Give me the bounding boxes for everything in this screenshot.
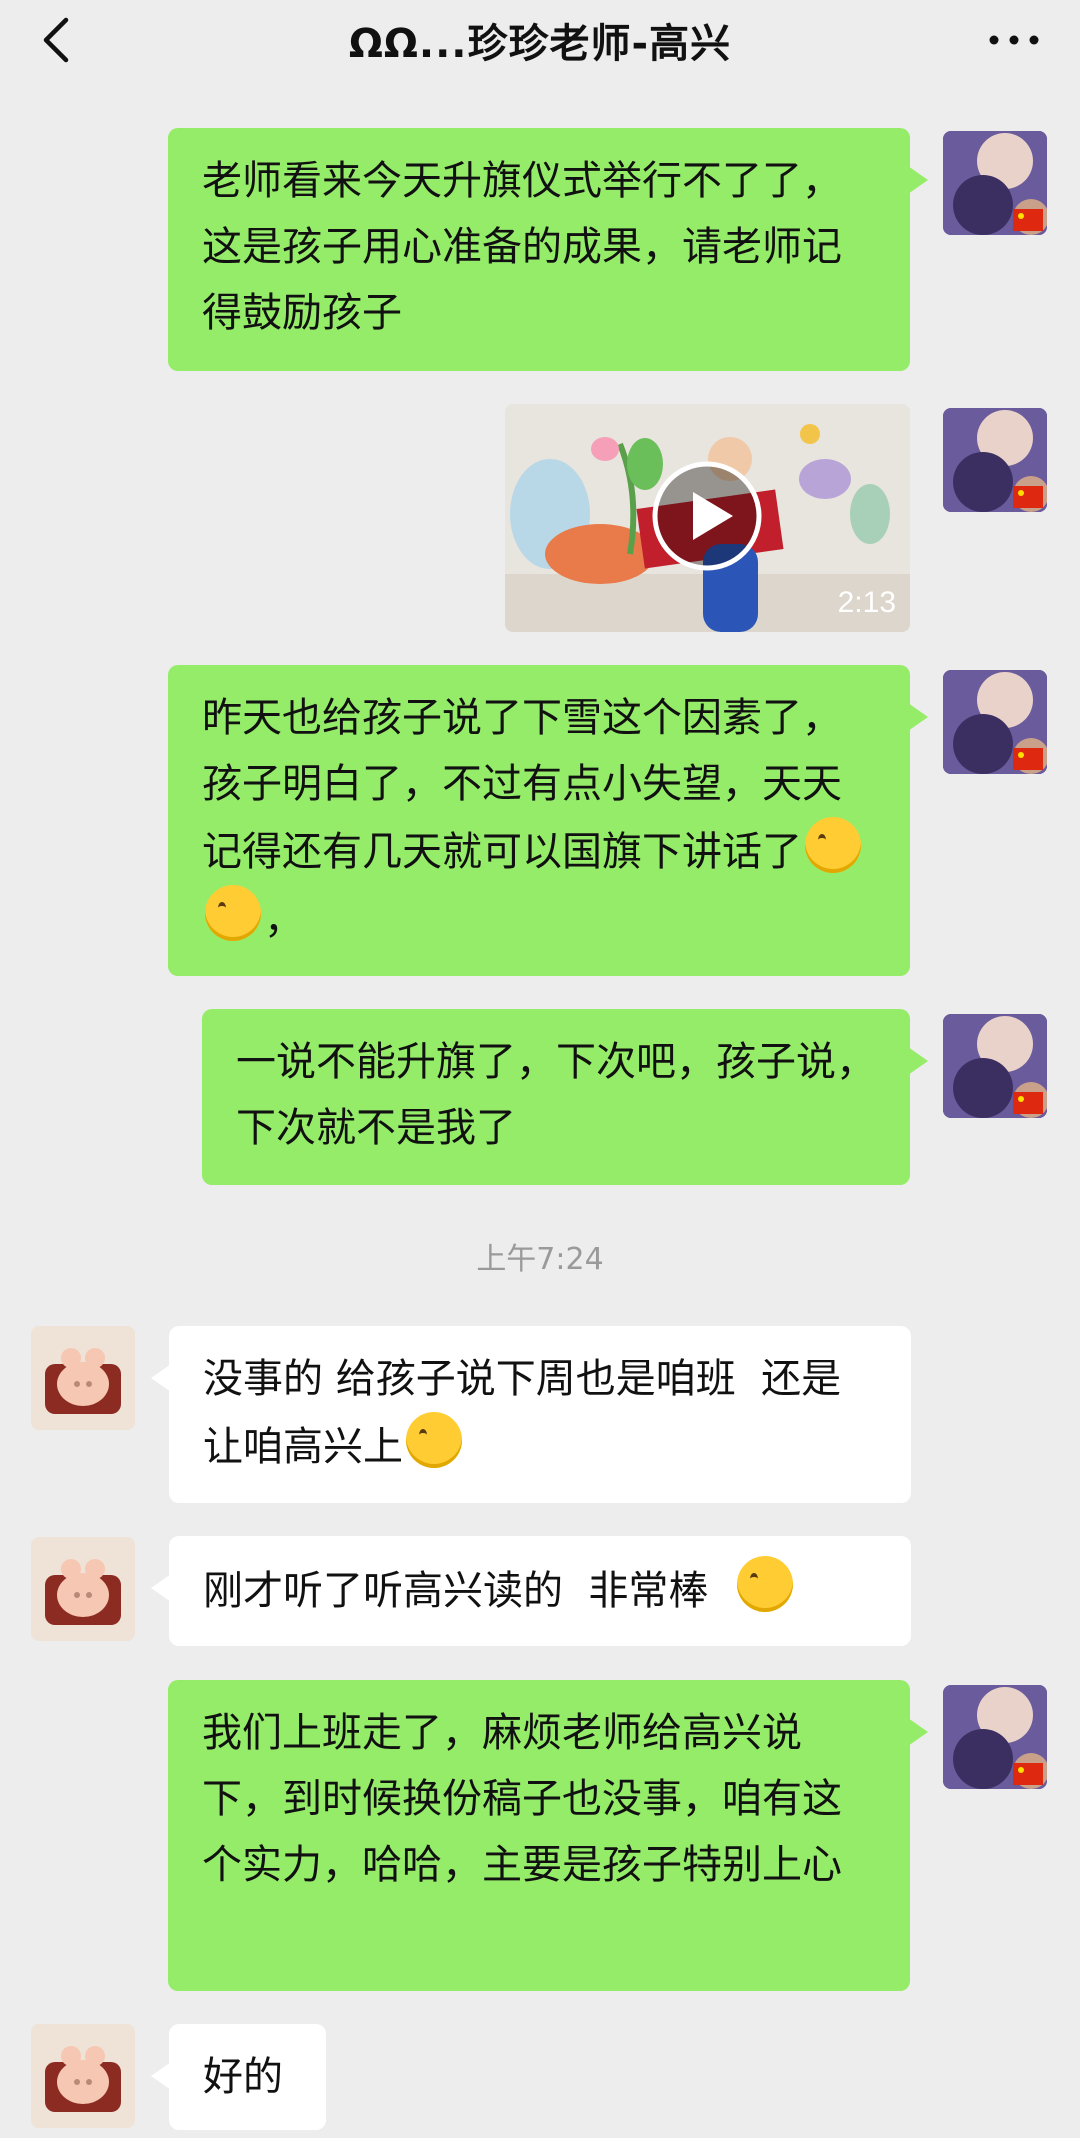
- message-bubble[interactable]: 好的: [151, 2024, 326, 2130]
- avatar[interactable]: [31, 1537, 135, 1641]
- message-bubble[interactable]: 一说不能升旗了，下次吧，孩子说，下次就不是我了: [202, 1009, 928, 1185]
- message-bubble[interactable]: 我们上班走了，麻烦老师给高兴说下，到时候换份稿子也没事，咱有这个实力，哈哈，主要…: [168, 1680, 928, 1991]
- avatar[interactable]: [31, 1326, 135, 1430]
- nav-bar: ΩΩ...珍珍老师-高兴: [0, 0, 1080, 80]
- message-bubble[interactable]: 昨天也给孩子说了下雪这个因素了，孩子明白了，不过有点小失望，天天记得还有几天就可…: [168, 665, 928, 976]
- message-text: 一说不能升旗了，下次吧，孩子说，下次就不是我了: [236, 1039, 876, 1151]
- chat-title: ΩΩ...珍珍老师-高兴: [348, 21, 732, 67]
- message-text: 我们上班走了，麻烦老师给高兴说下，到时候换份稿子也没事，咱有这个实力，哈哈，主要…: [202, 1710, 842, 1888]
- back-arrow-icon[interactable]: [36, 14, 80, 66]
- more-icon[interactable]: [984, 20, 1044, 60]
- message-text: 老师看来今天升旗仪式举行不了了，这是孩子用心准备的成果，请老师记得鼓励孩子: [202, 158, 842, 336]
- message-text-suffix: ，: [264, 897, 304, 943]
- avatar[interactable]: [943, 670, 1047, 774]
- grin-emoji-icon: [805, 817, 861, 873]
- timestamp: 上午7:24: [476, 1242, 604, 1277]
- message-bubble[interactable]: 没事的 给孩子说下周也是咱班 还是让咱高兴上: [151, 1326, 911, 1503]
- message-text: 昨天也给孩子说了下雪这个因素了，孩子明白了，不过有点小失望，天天记得还有几天就可…: [202, 695, 842, 875]
- avatar[interactable]: [943, 1685, 1047, 1789]
- smile-emoji-icon: [406, 1412, 462, 1468]
- message-bubble[interactable]: 刚才听了听高兴读的 非常棒: [151, 1536, 911, 1646]
- message-bubble[interactable]: 老师看来今天升旗仪式举行不了了，这是孩子用心准备的成果，请老师记得鼓励孩子: [168, 128, 928, 371]
- grin-emoji-icon: [736, 1556, 793, 1612]
- message-text: 没事的 给孩子说下周也是咱班 还是让咱高兴上: [203, 1356, 842, 1470]
- avatar[interactable]: [943, 131, 1047, 235]
- message-text: 好的: [203, 2054, 283, 2100]
- avatar[interactable]: [943, 1014, 1047, 1118]
- message-text: 刚才听了听高兴读的 非常棒: [203, 1568, 734, 1614]
- avatar[interactable]: [943, 408, 1047, 512]
- grin-emoji-icon: [205, 885, 261, 941]
- video-message[interactable]: 2:13: [505, 404, 910, 632]
- avatar[interactable]: [31, 2024, 135, 2128]
- video-duration: 2:13: [837, 586, 896, 619]
